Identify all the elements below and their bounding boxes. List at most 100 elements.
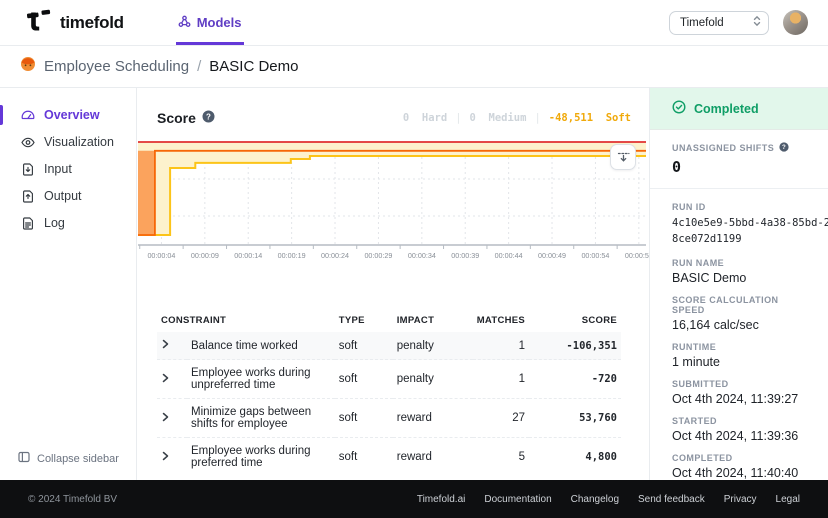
svg-text:?: ? [782,144,786,151]
constraint-row[interactable]: Employee works during preferred timesoft… [157,438,621,477]
run-detail-runtime: RUNTIME 1 minute [672,342,806,369]
run-detail-label: SUBMITTED [672,379,806,389]
main-panel: Score ? 0 Hard | 0 Medium | -48,511 Soft… [137,88,649,480]
file-log-icon [21,217,35,230]
models-icon [178,15,191,31]
constraint-row[interactable]: Minimize gaps between shifts for employe… [157,399,621,438]
unassigned-shifts-value: 0 [672,158,806,176]
score-title: Score ? [157,110,215,126]
constraint-row[interactable]: Balance time workedsoftpenalty1-106,351 [157,332,621,360]
sidebar-item-label: Visualization [44,135,114,149]
collapse-sidebar-button[interactable]: Collapse sidebar [0,441,136,480]
footer-link-send-feedback[interactable]: Send feedback [638,494,705,505]
run-detail-run-id: RUN ID4c10e5e9-5bbd-4a38-85bd-28ce072d11… [672,202,806,248]
constraints-table-header: CONSTRAINTTYPEIMPACTMATCHESSCORE [157,309,621,332]
medium-score: 0 Medium [470,112,527,124]
run-detail-value: BASIC Demo [672,271,806,285]
run-detail-score-calculation-speed: SCORE CALCULATION SPEED 16,164 calc/sec [672,295,806,332]
run-detail-submitted: SUBMITTED Oct 4th 2024, 11:39:27 [672,379,806,406]
breadcrumb: Employee Scheduling / BASIC Demo [0,46,828,88]
org-select-value: Timefold [680,17,753,29]
constraint-name: Employee works during unpreferred time [187,360,335,399]
run-detail-value: Oct 4th 2024, 11:39:27 [672,392,806,406]
constraint-name: Minimize gaps between shifts for employe… [187,399,335,438]
timefold-logo-icon [26,9,51,36]
constraint-score: 53,760 [529,399,621,438]
org-select[interactable]: Timefold [669,11,769,35]
avatar[interactable] [783,10,808,35]
unassigned-help-icon[interactable]: ? [779,142,789,154]
content: Overview Visualization Input Output Log Coll… [0,88,828,480]
status-badge: Completed [650,88,828,130]
column-header-score: SCORE [529,309,621,332]
x-axis-tick-label: 00:00:04 [147,251,175,260]
svg-text:?: ? [206,112,211,121]
score-chart-svg: 00:00:0400:00:0900:00:1400:00:1900:00:24… [137,138,649,265]
run-detail-label: RUNTIME [672,342,806,352]
footer-link-privacy[interactable]: Privacy [724,494,757,505]
run-detail-started: STARTEDOct 4th 2024, 11:39:36 [672,416,806,443]
run-details: RUN ID 4c10e5e9-5bbd-4a38-85bd-28ce072d11… [650,189,828,490]
footer-link-changelog[interactable]: Changelog [571,494,619,505]
top-nav: Models [176,0,244,45]
sidebar-item-log[interactable]: Log [0,210,136,236]
select-chevrons-icon [753,15,761,30]
run-detail-label: RUN ID [672,202,806,212]
sidebar-item-label: Overview [44,108,100,122]
score-help-icon[interactable]: ? [202,110,215,126]
run-detail-label: RUN NAME [672,258,806,268]
file-output-icon [21,190,35,203]
expand-row-chevron-icon[interactable] [157,360,187,399]
expand-row-chevron-icon[interactable] [157,332,187,360]
expand-row-chevron-icon[interactable] [157,399,187,438]
x-axis-tick-label: 00:00:34 [408,251,436,260]
x-axis-tick-label: 00:00:19 [278,251,306,260]
brand[interactable]: timefold [26,0,124,45]
breadcrumb-model-link[interactable]: Employee Scheduling [44,58,189,75]
file-input-icon [21,163,35,176]
nav-models-label: Models [197,15,242,30]
run-detail-label: COMPLETED [672,453,806,463]
run-detail-value: 4c10e5e9-5bbd-4a38-85bd-28ce072d1199 [672,215,828,248]
constraint-score: -720 [529,360,621,399]
sidebar-item-visualization[interactable]: Visualization [0,129,136,155]
sidebar-item-label: Log [44,216,65,230]
sidebar-item-output[interactable]: Output [0,183,136,209]
constraint-matches: 1 [473,360,529,399]
save-image-icon[interactable] [610,144,636,170]
sidebar-item-label: Output [44,189,82,203]
score-chart: 00:00:0400:00:0900:00:1400:00:1900:00:24… [137,138,649,265]
collapse-sidebar-label: Collapse sidebar [37,453,119,465]
constraint-type: soft [335,438,393,477]
breadcrumb-run-name: BASIC Demo [209,58,298,75]
run-detail-label: SCORE CALCULATION SPEED [672,295,806,315]
status-label: Completed [694,102,759,116]
sidebar: Overview Visualization Input Output Log Coll… [0,88,137,480]
run-detail-value: 16,164 calc/sec [672,318,806,332]
brand-name: timefold [60,13,124,33]
constraint-impact: reward [393,399,473,438]
constraint-row[interactable]: Employee works during unpreferred timeso… [157,360,621,399]
run-detail-value: Oct 4th 2024, 11:39:36 [672,429,806,443]
run-panel: Completed UNASSIGNED SHIFTS ? 0 RUN ID4c… [649,88,828,480]
run-detail-value: 1 minute [672,355,806,369]
run-detail-completed: COMPLETEDOct 4th 2024, 11:40:40 [672,453,806,480]
constraints-table: CONSTRAINTTYPEIMPACTMATCHESSCORE Balance… [157,309,621,506]
constraint-name: Balance time worked [187,332,335,360]
sidebar-item-overview[interactable]: Overview [0,102,136,128]
soft-score: -48,511 Soft [549,112,631,124]
nav-models[interactable]: Models [176,0,244,45]
footer-link-timefold-ai[interactable]: Timefold.ai [417,494,466,505]
app-root: timefold Models Timefold [0,0,828,518]
sidebar-item-input[interactable]: Input [0,156,136,182]
column-header-matches: MATCHES [473,309,529,332]
x-axis-tick-label: 00:00:09 [191,251,219,260]
footer-link-documentation[interactable]: Documentation [484,494,551,505]
expand-row-chevron-icon[interactable] [157,438,187,477]
x-axis-tick-label: 00:00:59 [625,251,649,260]
check-circle-icon [672,100,686,117]
eye-icon [21,137,35,148]
footer-link-legal[interactable]: Legal [776,494,800,505]
topbar: timefold Models Timefold [0,0,828,46]
x-axis-tick-label: 00:00:49 [538,251,566,260]
